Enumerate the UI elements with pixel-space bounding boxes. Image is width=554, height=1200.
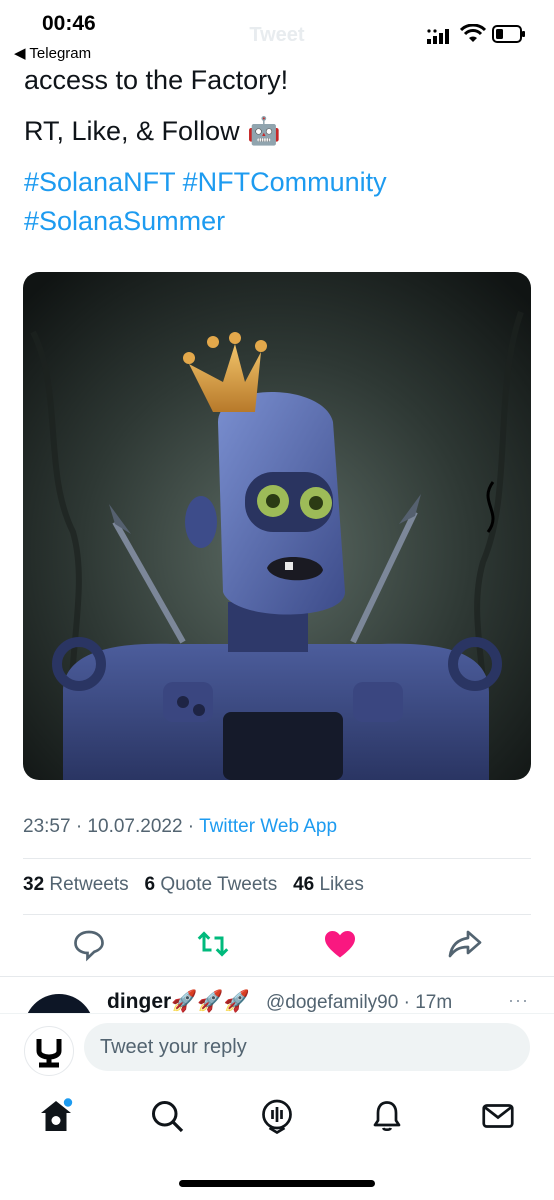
reply-more-icon[interactable]: ··· bbox=[508, 990, 529, 1011]
reply-icon[interactable] bbox=[71, 926, 107, 962]
battery-icon bbox=[492, 25, 525, 43]
messages-icon[interactable] bbox=[480, 1098, 516, 1134]
tweet-meta: 23:57 · 10.07.2022 · Twitter Web App bbox=[23, 816, 337, 838]
user-logo-icon bbox=[36, 1039, 62, 1068]
likes-stat[interactable]: 46 Likes bbox=[293, 874, 364, 895]
notifications-icon[interactable] bbox=[369, 1098, 405, 1134]
reply-input[interactable] bbox=[84, 1023, 530, 1071]
spaces-icon[interactable] bbox=[259, 1098, 295, 1134]
hashtag-line[interactable]: #SolanaNFT #NFTCommunity bbox=[24, 164, 387, 200]
home-icon[interactable] bbox=[38, 1098, 74, 1134]
tweet-text-line: RT, Like, & Follow 🤖 bbox=[24, 116, 281, 146]
hashtag-line[interactable]: #SolanaSummer bbox=[24, 203, 225, 239]
tweet-image[interactable] bbox=[23, 272, 531, 780]
tweet-timestamp: 23:57 · 10.07.2022 · bbox=[23, 816, 200, 837]
divider bbox=[0, 976, 554, 977]
share-icon[interactable] bbox=[447, 926, 483, 962]
reply-author-name[interactable]: dinger🚀🚀🚀 bbox=[107, 990, 250, 1014]
divider bbox=[23, 914, 531, 915]
home-indicator[interactable] bbox=[179, 1180, 375, 1187]
retweets-stat[interactable]: 32 Retweets bbox=[23, 874, 129, 895]
divider bbox=[23, 858, 531, 859]
tweet-text-line: access to the Factory! bbox=[24, 65, 289, 95]
status-clock: 00:46 bbox=[42, 12, 96, 35]
back-to-app-link[interactable]: ◀ Telegram bbox=[14, 44, 91, 62]
user-avatar[interactable] bbox=[24, 1026, 74, 1076]
tweet-stats: 32 Retweets 6 Quote Tweets 46 Likes bbox=[23, 874, 364, 896]
robot-crown-illustration bbox=[23, 272, 531, 780]
tweet-source-link[interactable]: Twitter Web App bbox=[199, 816, 337, 837]
wifi-icon bbox=[460, 24, 486, 42]
quotes-stat[interactable]: 6 Quote Tweets bbox=[144, 874, 277, 895]
search-icon[interactable] bbox=[149, 1098, 185, 1134]
retweet-icon[interactable] bbox=[195, 926, 231, 962]
like-icon[interactable] bbox=[322, 926, 358, 962]
signal-icon bbox=[427, 29, 449, 44]
reply-author-handle: @dogefamily90 · 17m bbox=[266, 992, 453, 1013]
